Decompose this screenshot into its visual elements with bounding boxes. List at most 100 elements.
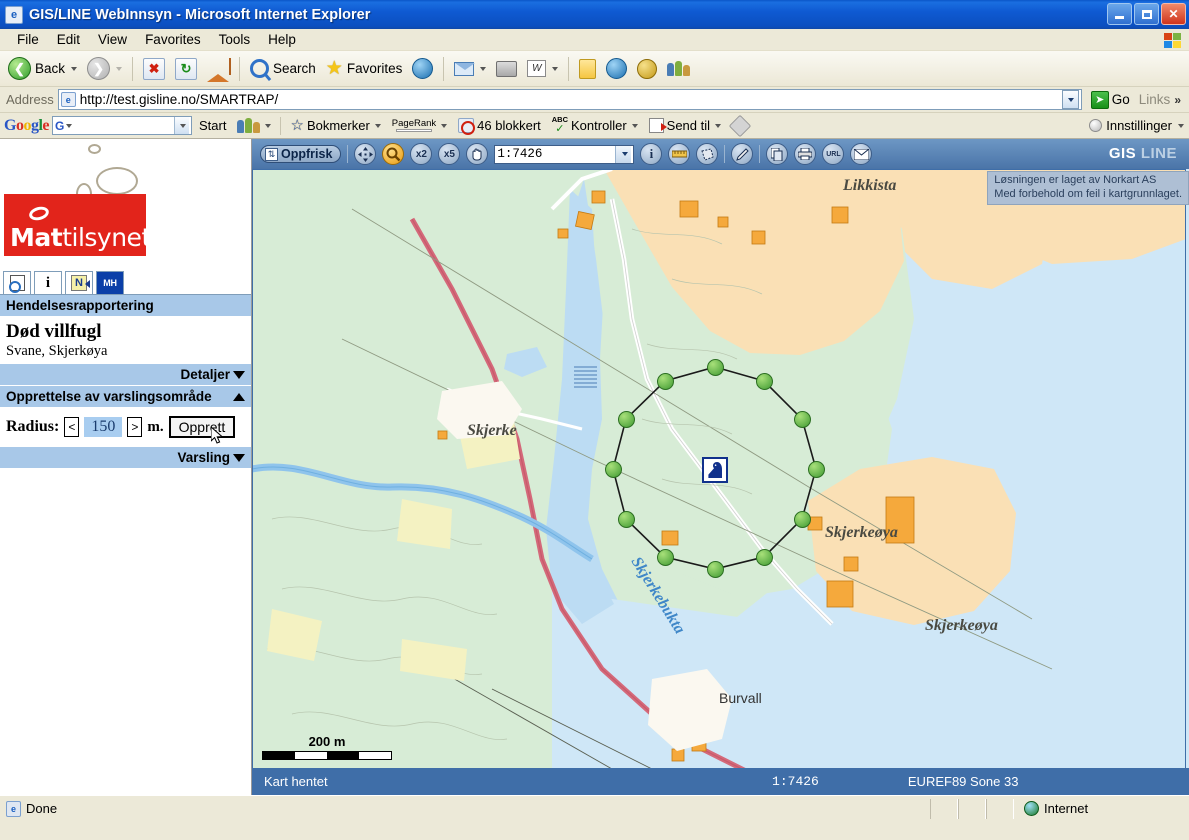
menu-item-tools[interactable]: Tools <box>210 30 260 49</box>
menu-item-view[interactable]: View <box>89 30 136 49</box>
chevron-down-icon[interactable] <box>116 66 123 71</box>
go-button[interactable]: ➤ Go <box>1086 90 1135 109</box>
edit-button[interactable]: W <box>523 54 562 84</box>
chevron-down-icon[interactable] <box>1178 123 1184 128</box>
google-pagerank[interactable]: PageRank <box>388 118 451 134</box>
chevron-down-icon[interactable] <box>552 66 559 71</box>
minimize-button[interactable] <box>1107 3 1132 25</box>
copy-map-button[interactable] <box>766 143 789 165</box>
overflow-chevron-icon[interactable]: » <box>1174 93 1181 107</box>
pan-tool-button[interactable] <box>354 143 377 165</box>
pagerank-label: PageRank <box>391 117 437 129</box>
google-highlight-button[interactable] <box>728 114 752 137</box>
medal-button[interactable] <box>633 54 661 84</box>
sidebar-tab-info[interactable]: i <box>34 271 62 294</box>
map-info-button[interactable]: i <box>640 143 663 165</box>
chevron-down-icon[interactable] <box>480 66 487 71</box>
google-spellcheck-button[interactable]: ABC ✓ Kontroller <box>548 115 642 136</box>
varsling-section-header[interactable]: Varsling <box>0 447 251 469</box>
radius-value[interactable]: 150 <box>84 417 123 437</box>
google-search-dropdown[interactable] <box>174 117 190 134</box>
warning-area-node-10[interactable] <box>604 460 622 478</box>
chevron-down-icon[interactable] <box>233 454 245 463</box>
links-bar[interactable]: Links » <box>1139 92 1185 107</box>
warning-area-node-8[interactable] <box>656 548 674 566</box>
notes-button[interactable] <box>575 54 600 84</box>
warning-area-node-7[interactable] <box>706 560 724 578</box>
warning-area-node-6[interactable] <box>755 548 773 566</box>
zoom-x2-button[interactable]: x2 <box>410 143 433 165</box>
google-apps-button[interactable] <box>233 117 275 134</box>
close-button[interactable]: ✕ <box>1161 3 1186 25</box>
zoom-tool-button[interactable] <box>382 143 405 165</box>
chevron-down-icon[interactable] <box>441 123 448 128</box>
warning-area-node-12[interactable] <box>656 372 674 390</box>
google-start-button[interactable]: Start <box>195 117 230 134</box>
menu-item-edit[interactable]: Edit <box>48 30 89 49</box>
map-refresh-button[interactable]: ⇅ Oppfrisk <box>260 145 342 163</box>
brand-logo: Mattilsynet <box>0 139 251 269</box>
sidebar-tab-north[interactable]: N <box>65 271 93 294</box>
print-button[interactable] <box>492 54 521 84</box>
google-settings-button[interactable]: Innstillinger <box>1089 118 1184 133</box>
print-map-button[interactable] <box>794 143 817 165</box>
history-button[interactable] <box>408 54 437 84</box>
search-button[interactable]: Search <box>246 54 320 84</box>
sidebar-tab-search[interactable] <box>3 271 31 294</box>
measure-distance-button[interactable] <box>668 143 691 165</box>
google-search-input[interactable]: G <box>52 116 193 135</box>
chevron-down-icon[interactable] <box>71 66 78 71</box>
warning-area-node-5[interactable] <box>793 510 811 528</box>
radius-decrease-button[interactable]: < <box>64 417 80 437</box>
messenger-button[interactable] <box>602 54 631 84</box>
chevron-down-icon[interactable] <box>66 123 73 128</box>
chevron-down-icon[interactable] <box>265 123 272 128</box>
map-url-button[interactable]: URL <box>822 143 845 165</box>
mail-button[interactable] <box>450 54 490 84</box>
google-popup-blocker[interactable]: 46 blokkert <box>454 117 545 135</box>
forward-button[interactable]: ❯ <box>83 54 126 84</box>
menu-item-help[interactable]: Help <box>259 30 305 49</box>
hand-tool-button[interactable] <box>466 143 489 165</box>
create-button[interactable]: Opprett <box>168 416 236 444</box>
measure-area-button[interactable] <box>696 143 719 165</box>
chevron-down-icon[interactable] <box>631 123 638 128</box>
warning-area-section-header[interactable]: Opprettelse av varslingsområde <box>0 386 251 408</box>
chevron-up-icon[interactable] <box>233 392 245 401</box>
draw-pen-button[interactable] <box>731 143 754 165</box>
map-scale-select[interactable]: 1:7426 <box>494 144 635 164</box>
radius-increase-button[interactable]: > <box>127 417 143 437</box>
maximize-button[interactable] <box>1134 3 1159 25</box>
popup-blocker-icon <box>458 118 476 135</box>
chevron-down-icon[interactable] <box>374 123 381 128</box>
warning-area-node-2[interactable] <box>755 372 773 390</box>
map-canvas[interactable]: Likkista Skjerke Skjerkeøya Skjerkeøya Skjer… <box>252 169 1189 768</box>
scale-dropdown-button[interactable] <box>615 145 632 163</box>
google-bookmarks-button[interactable]: ☆ Bokmerker <box>286 117 384 134</box>
menu-item-file[interactable]: File <box>8 30 48 49</box>
chevron-down-icon[interactable] <box>715 123 722 128</box>
sidebar-tab-mh[interactable]: MH <box>96 271 124 294</box>
people-button[interactable] <box>663 54 694 84</box>
mouse-cursor-icon <box>210 427 223 444</box>
warning-area-node-4[interactable] <box>807 460 825 478</box>
zoom-x5-button[interactable]: x5 <box>438 143 461 165</box>
warning-area-node-3[interactable] <box>793 410 811 428</box>
warning-area-node-9[interactable] <box>617 510 635 528</box>
back-button[interactable]: ❮ Back <box>4 54 81 84</box>
details-section-header[interactable]: Detaljer <box>0 364 251 386</box>
refresh-button[interactable]: ↻ <box>171 54 201 84</box>
chevron-down-icon[interactable] <box>233 371 245 380</box>
bird-marker-icon[interactable] <box>702 457 728 483</box>
google-sendto-button[interactable]: Send til <box>645 117 725 134</box>
stop-button[interactable]: ✖ <box>139 54 169 84</box>
address-dropdown-button[interactable] <box>1061 90 1079 109</box>
warning-area-node-1[interactable] <box>706 358 724 376</box>
menu-item-favorites[interactable]: Favorites <box>136 30 210 49</box>
map-mail-button[interactable] <box>850 143 873 165</box>
address-input[interactable]: e http://test.gisline.no/SMARTRAP/ <box>57 89 1082 110</box>
favorites-button[interactable]: ★ Favorites <box>322 54 407 84</box>
home-button[interactable] <box>203 54 233 84</box>
go-label: Go <box>1111 92 1130 107</box>
warning-area-node-11[interactable] <box>617 410 635 428</box>
